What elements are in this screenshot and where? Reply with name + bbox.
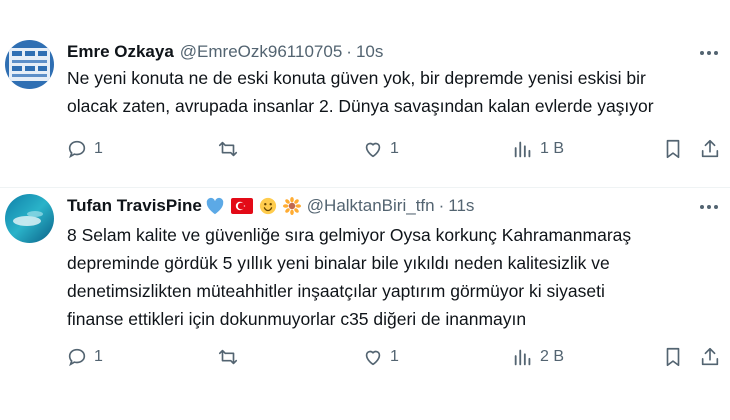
display-name[interactable]: Emre Ozkaya [67,42,174,62]
user-handle[interactable]: @HalktanBiri_tfn [307,196,435,216]
user-handle[interactable]: @EmreOzk96110705 [180,42,342,62]
share-button[interactable] [699,138,721,160]
avatar[interactable] [5,194,54,243]
share-icon [701,139,719,158]
like-button[interactable]: 1 [362,346,399,368]
blue-heart-icon [205,197,225,215]
retweet-button[interactable] [217,346,245,368]
reply-count: 1 [94,140,103,157]
avatar[interactable] [5,40,54,89]
tweet-header: Tufan TravisPine @HalktanBiri_tfn · 11s [67,195,474,217]
retweet-button[interactable] [217,138,245,160]
tweet-1[interactable]: Emre Ozkaya @EmreOzk96110705 · 10s Ne ye… [0,0,730,188]
share-icon [701,347,719,366]
tweet-text-line: finanse ettikleri için dokunmuyorlar c35… [67,309,527,329]
bookmark-icon [666,139,680,159]
reply-icon [68,140,86,159]
timestamp[interactable]: 10s [356,42,383,62]
heart-icon [365,350,381,366]
separator-dot: · [438,196,445,215]
bookmark-button[interactable] [662,346,684,368]
display-name[interactable]: Tufan TravisPine [67,196,202,216]
analytics-icon [514,141,531,158]
like-count: 1 [390,348,399,365]
action-bar: 1 1 2 B [0,346,730,370]
retweet-icon [218,349,238,365]
tweet-text: Ne yeni konuta ne de eski konuta güven y… [67,64,717,120]
analytics-icon [514,349,531,366]
tweet-text-line: denetimsizlikten müteahhitler inşaatçıla… [67,281,605,301]
timestamp[interactable]: 11s [448,196,474,216]
like-count: 1 [390,140,399,157]
action-bar: 1 1 1 B [0,138,730,162]
retweet-icon [218,141,238,157]
heart-icon [365,142,381,158]
tweet-text-line: depreminde gördük 5 yıllık yeni binalar … [67,253,610,273]
reply-button[interactable]: 1 [66,346,103,368]
turkey-flag-icon [230,198,253,214]
tweet-text-line: Ne yeni konuta ne de eski konuta güven y… [67,68,646,88]
views-button[interactable]: 2 B [512,346,564,368]
tweet-2[interactable]: Tufan TravisPine @HalktanBiri_tfn · 11s … [0,188,730,420]
smiley-icon [259,197,277,215]
tweet-text-line: 8 Selam kalite ve güvenliğe sıra gelmiyo… [67,225,632,245]
separator-dot: · [346,42,352,61]
tweet-text: 8 Selam kalite ve güvenliğe sıra gelmiyo… [67,221,722,333]
reply-icon [68,348,86,367]
reply-count: 1 [94,348,103,365]
tweet-header: Emre Ozkaya @EmreOzk96110705 · 10s [67,41,383,63]
more-options-icon[interactable] [698,45,720,61]
sunflower-icon [282,197,301,215]
reply-button[interactable]: 1 [66,138,103,160]
more-options-icon[interactable] [698,199,720,215]
like-button[interactable]: 1 [362,138,399,160]
bookmark-button[interactable] [662,138,684,160]
bookmark-icon [666,347,680,367]
share-button[interactable] [699,346,721,368]
views-button[interactable]: 1 B [512,138,564,160]
view-count: 1 B [540,140,565,157]
view-count: 2 B [540,348,565,365]
tweet-text-line: olacak zaten, avrupada insanlar 2. Dünya… [67,96,654,116]
